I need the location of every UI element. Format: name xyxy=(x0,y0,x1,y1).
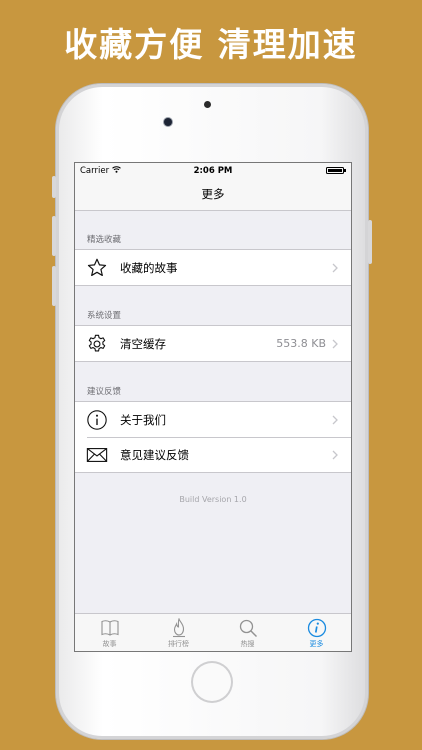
cell-label: 清空缓存 xyxy=(120,336,166,351)
chevron-right-icon xyxy=(332,450,342,460)
info-icon xyxy=(307,618,327,638)
tab-label: 排行榜 xyxy=(168,640,189,648)
clear-cache-cell[interactable]: 清空缓存 553.8 KB xyxy=(75,326,351,361)
cell-label: 意见建议反馈 xyxy=(120,447,189,462)
tab-label: 故事 xyxy=(102,640,117,648)
promo-headline: 收藏方便 清理加速 xyxy=(64,25,358,64)
volume-up-button xyxy=(52,216,56,256)
volume-down-button xyxy=(52,266,56,306)
navigation-bar: 更多 xyxy=(75,179,351,211)
cache-size-value: 553.8 KB xyxy=(276,337,326,350)
build-version-label: Build Version 1.0 xyxy=(179,495,247,504)
tab-hot-search[interactable]: 热搜 xyxy=(213,614,282,651)
favorites-group: 收藏的故事 xyxy=(75,249,351,286)
star-icon xyxy=(85,256,109,280)
battery-tip xyxy=(344,169,346,172)
feedback-cell[interactable]: 意见建议反馈 xyxy=(75,437,351,472)
phone-frame: Carrier 2:06 PM 更多 精选收藏 收藏的故事 系统设置 清空缓存 … xyxy=(52,84,372,739)
home-button[interactable] xyxy=(191,661,233,703)
info-icon xyxy=(85,408,109,432)
tab-ranking[interactable]: 排行榜 xyxy=(144,614,213,651)
tab-stories[interactable]: 故事 xyxy=(75,614,144,651)
tab-label: 热搜 xyxy=(240,640,255,648)
battery-icon xyxy=(326,167,344,174)
status-bar: Carrier 2:06 PM xyxy=(75,163,351,179)
tab-label: 更多 xyxy=(309,640,324,648)
clock: 2:06 PM xyxy=(193,166,233,176)
cell-label: 收藏的故事 xyxy=(120,260,178,275)
envelope-icon xyxy=(85,443,109,467)
chevron-right-icon xyxy=(332,339,342,349)
tab-more[interactable]: 更多 xyxy=(282,614,351,651)
section-header-feedback: 建议反馈 xyxy=(87,387,122,397)
book-icon xyxy=(100,618,120,638)
section-header-favorites: 精选收藏 xyxy=(87,235,122,245)
search-icon xyxy=(238,618,258,638)
app-screen: Carrier 2:06 PM 更多 精选收藏 收藏的故事 系统设置 清空缓存 … xyxy=(74,162,352,652)
section-header-settings: 系统设置 xyxy=(87,311,122,321)
cell-label: 关于我们 xyxy=(120,412,166,427)
chevron-right-icon xyxy=(332,415,342,425)
chevron-right-icon xyxy=(332,263,342,273)
settings-group: 清空缓存 553.8 KB xyxy=(75,325,351,362)
front-camera xyxy=(164,118,172,126)
flame-icon xyxy=(169,618,189,638)
mute-switch xyxy=(52,176,56,198)
about-us-cell[interactable]: 关于我们 xyxy=(75,402,351,437)
tab-bar: 故事 排行榜 热搜 更多 xyxy=(75,613,351,651)
gear-icon xyxy=(85,332,109,356)
favorite-stories-cell[interactable]: 收藏的故事 xyxy=(75,250,351,285)
feedback-group: 关于我们 意见建议反馈 xyxy=(75,401,351,473)
power-button xyxy=(368,220,372,264)
earpiece-speaker xyxy=(204,101,211,108)
page-title: 更多 xyxy=(201,187,225,201)
